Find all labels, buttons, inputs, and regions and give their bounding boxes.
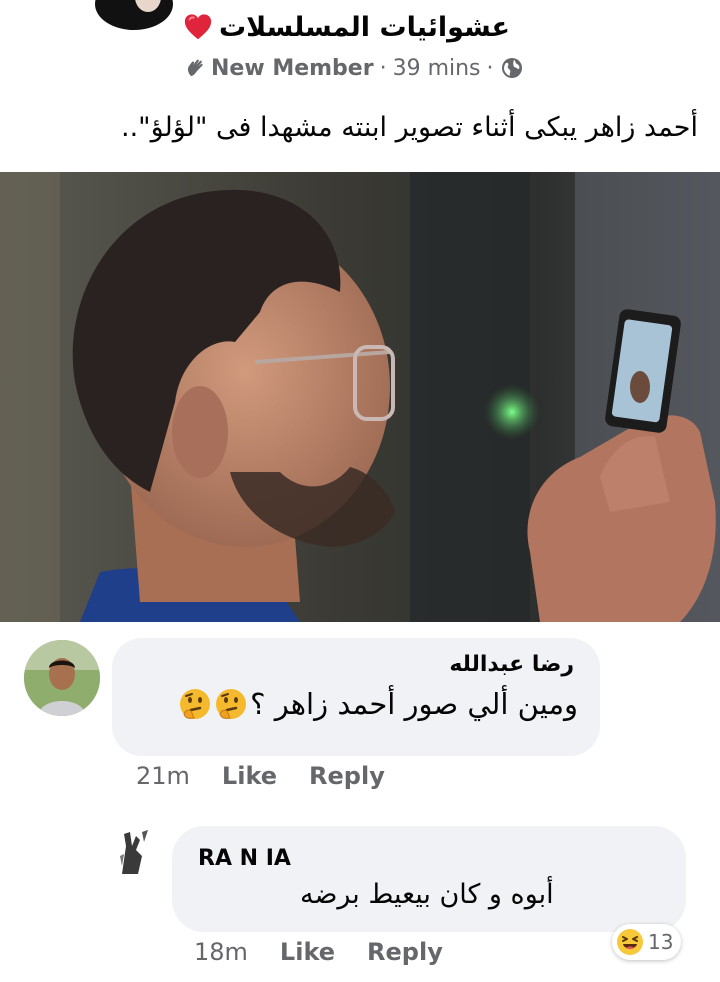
comment-1-reply-button[interactable]: Reply <box>309 762 385 790</box>
group-avatar[interactable] <box>95 0 173 30</box>
member-badge-label: New Member <box>211 55 374 81</box>
wave-icon <box>187 59 203 76</box>
post-photo[interactable] <box>0 172 720 622</box>
comment-2-time[interactable]: 18m <box>194 938 248 966</box>
comment-2-actions: 18m Like Reply <box>194 938 475 966</box>
member-badge: New Member <box>185 56 374 81</box>
post-header: عشوائيات المسلسلات New Member · 39 mins … <box>0 0 720 143</box>
comment-2-bubble: RA N IA أبوه و كان بيعيط برضه <box>172 826 686 932</box>
post-time[interactable]: 39 mins <box>393 56 481 81</box>
post-meta: New Member · 39 mins · <box>185 53 524 83</box>
commenter-2-avatar[interactable] <box>112 826 156 876</box>
comment-1-author[interactable]: رضا عبدالله <box>134 652 574 677</box>
group-title-line: عشوائيات المسلسلات <box>183 6 510 48</box>
photo-illustration <box>0 172 720 622</box>
comment-2-reply-button[interactable]: Reply <box>367 938 443 966</box>
comment-1-body: ومين ألي صور أحمد زاهر ؟ <box>134 687 578 721</box>
comment-2-author[interactable]: RA N IA <box>198 846 664 871</box>
heart-icon <box>184 14 212 40</box>
commenter-1-avatar[interactable] <box>24 640 100 716</box>
reaction-count: 13 <box>648 930 674 954</box>
laughing-face-icon <box>617 929 643 955</box>
comment-1-actions: 21m Like Reply <box>136 762 417 790</box>
avatar-sketch <box>112 826 156 876</box>
comment-1-bubble: رضا عبدالله ومين ألي صور أحمد زاهر ؟ <box>112 638 600 756</box>
comment-2-reactions[interactable]: 13 <box>612 924 682 960</box>
comment-1-time[interactable]: 21m <box>136 762 190 790</box>
post-caption: أحمد زاهر يبكى أثناء تصوير ابنته مشهدا ف… <box>121 112 698 143</box>
globe-icon <box>501 58 522 78</box>
group-name[interactable]: عشوائيات المسلسلات <box>219 12 510 43</box>
meta-separator: · <box>379 55 387 81</box>
thinking-face-icon <box>216 689 247 719</box>
comment-1-like-button[interactable]: Like <box>222 762 277 790</box>
meta-separator-2: · <box>486 55 494 81</box>
comment-1-text: ومين ألي صور أحمد زاهر ؟ <box>250 687 578 721</box>
comment-2-like-button[interactable]: Like <box>280 938 335 966</box>
comment-2-text: أبوه و كان بيعيط برضه <box>300 879 554 910</box>
thinking-face-icon-2 <box>180 689 211 719</box>
avatar-photo <box>24 640 100 716</box>
